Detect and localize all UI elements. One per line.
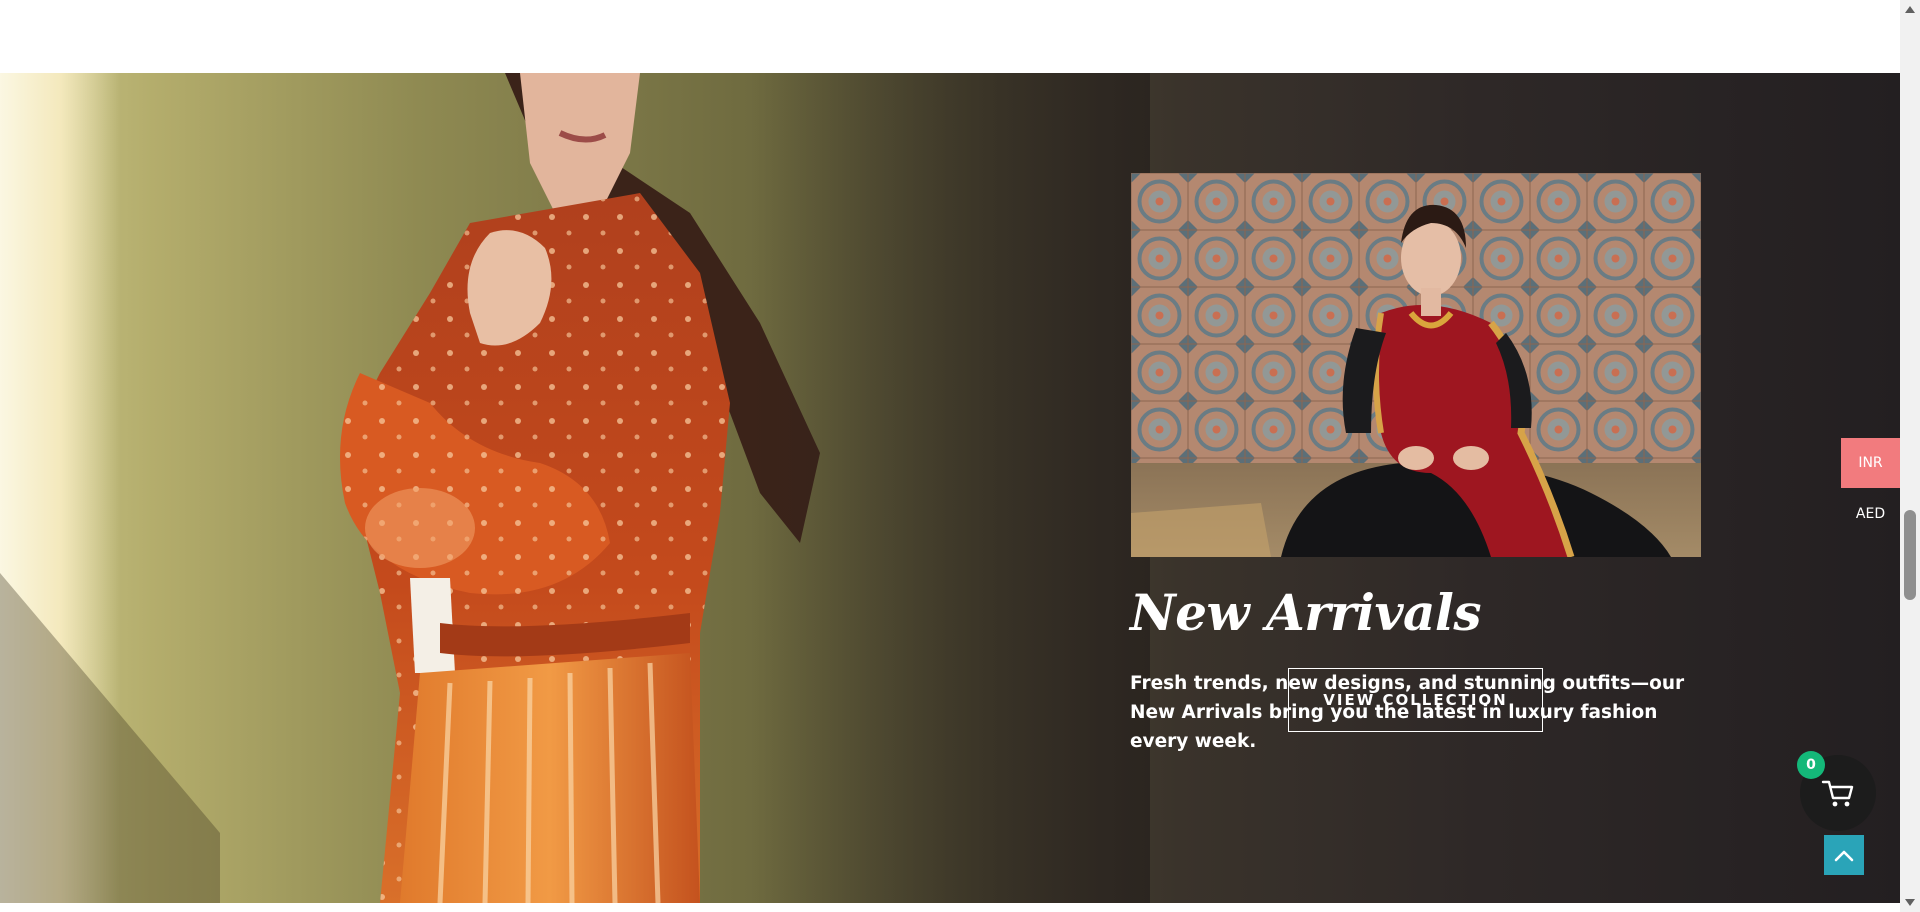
hero-title: New Arrivals xyxy=(1130,583,1482,642)
new-arrivals-banner: New Arrivals Fresh trends, new designs, … xyxy=(0,73,1900,903)
page-scrollbar[interactable] xyxy=(1900,0,1920,912)
background-model-photo xyxy=(0,73,1150,903)
feature-image xyxy=(1131,173,1701,557)
saree-model-photo xyxy=(1131,173,1701,557)
currency-option-aed[interactable]: AED xyxy=(1841,489,1900,539)
chevron-up-icon xyxy=(1834,850,1854,862)
scrollbar-thumb[interactable] xyxy=(1904,510,1916,600)
header-area xyxy=(0,0,1900,73)
back-to-top-button[interactable] xyxy=(1824,835,1864,875)
scroll-up-arrow-icon[interactable] xyxy=(1900,0,1920,18)
cart-count-badge: 0 xyxy=(1797,751,1825,779)
cart-icon xyxy=(1821,780,1854,807)
currency-option-inr[interactable]: INR xyxy=(1841,438,1900,488)
page: New Arrivals Fresh trends, new designs, … xyxy=(0,0,1920,912)
scroll-down-arrow-icon[interactable] xyxy=(1900,894,1920,912)
view-collection-button[interactable]: VIEW COLLECTION xyxy=(1288,668,1543,732)
